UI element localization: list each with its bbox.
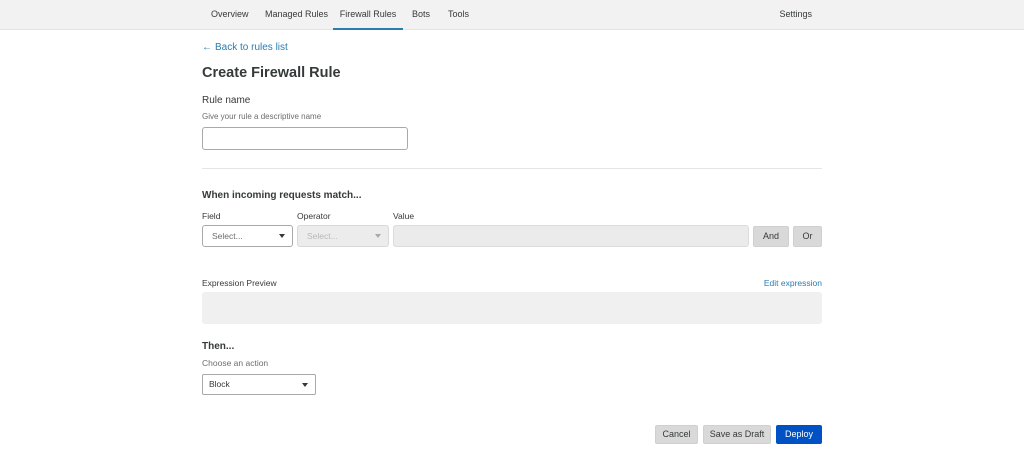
and-button[interactable]: And — [753, 226, 789, 247]
back-to-rules-link[interactable]: ← Back to rules list — [202, 42, 288, 53]
tab-managed-rules[interactable]: Managed Rules — [265, 0, 328, 30]
match-section-title: When incoming requests match... — [202, 190, 362, 201]
tab-overview[interactable]: Overview — [211, 0, 249, 30]
choose-action-hint: Choose an action — [202, 358, 269, 368]
cancel-button[interactable]: Cancel — [655, 425, 698, 444]
page-title: Create Firewall Rule — [202, 65, 341, 81]
or-button[interactable]: Or — [793, 226, 822, 247]
operator-select[interactable]: Select... — [297, 225, 389, 247]
chevron-down-icon — [279, 234, 285, 238]
expression-preview-box — [202, 292, 822, 324]
action-select-value: Block — [209, 379, 230, 389]
field-label: Field — [202, 211, 221, 221]
rule-name-input[interactable] — [202, 127, 408, 150]
edit-expression-link[interactable]: Edit expression — [764, 278, 822, 288]
deploy-button[interactable]: Deploy — [776, 425, 822, 444]
tab-firewall-rules[interactable]: Firewall Rules — [333, 0, 403, 30]
save-as-draft-button[interactable]: Save as Draft — [703, 425, 771, 444]
settings-link[interactable]: Settings — [779, 0, 812, 30]
field-select[interactable]: Select... — [202, 225, 293, 247]
section-divider — [202, 168, 822, 169]
value-label: Value — [393, 211, 415, 221]
operator-label: Operator — [297, 211, 331, 221]
then-section-title: Then... — [202, 341, 235, 352]
rule-name-label: Rule name — [202, 95, 251, 106]
expression-preview-label: Expression Preview — [202, 278, 277, 288]
rule-name-hint: Give your rule a descriptive name — [202, 112, 322, 121]
chevron-down-icon — [302, 383, 308, 387]
field-select-placeholder: Select... — [212, 231, 243, 241]
arrow-left-icon: ← — [202, 42, 212, 53]
tab-tools[interactable]: Tools — [448, 0, 469, 30]
chevron-down-icon — [375, 234, 381, 238]
action-select[interactable]: Block — [202, 374, 316, 395]
operator-select-placeholder: Select... — [307, 231, 338, 241]
top-nav: Overview Managed Rules Firewall Rules Bo… — [0, 0, 1024, 30]
back-link-label: Back to rules list — [215, 42, 288, 53]
tab-bots[interactable]: Bots — [412, 0, 430, 30]
value-input[interactable] — [393, 225, 749, 247]
